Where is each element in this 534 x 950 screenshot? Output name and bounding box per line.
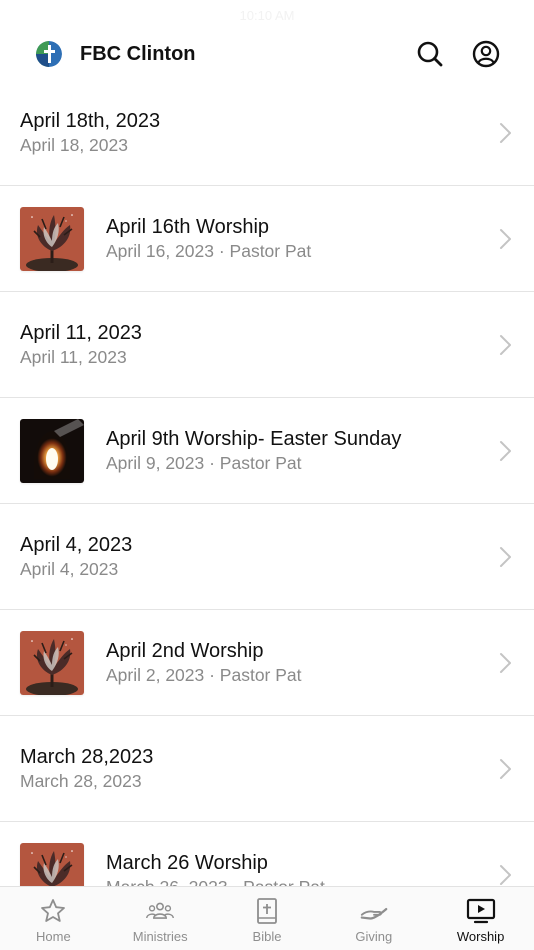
list-item-text: April 16th Worship April 16, 2023 · Pasto…: [106, 215, 514, 263]
app-header: FBC Clinton: [0, 28, 534, 80]
sermon-thumbnail-burning-bush: [20, 206, 84, 271]
chevron-right-icon: [498, 864, 512, 886]
sermon-thumbnail-empty-tomb: [20, 418, 84, 483]
sermon-thumbnail-burning-bush: [20, 630, 84, 695]
list-item-subtitle: April 9, 2023 · Pastor Pat: [106, 452, 302, 473]
list-item[interactable]: April 18th, 2023 April 18, 2023: [0, 80, 534, 186]
tab-home[interactable]: Home: [0, 887, 107, 950]
chevron-right-icon: [498, 652, 512, 674]
list-item[interactable]: April 9th Worship- Easter Sunday April 9,…: [0, 398, 534, 504]
tab-label: Giving: [355, 929, 393, 944]
tab-worship[interactable]: Worship: [427, 887, 534, 950]
tab-label: Ministries: [132, 929, 188, 944]
app-title: FBC Clinton: [80, 42, 196, 65]
list-item-title: March 28,2023: [20, 745, 154, 768]
list-item-title: April 9th Worship- Easter Sunday: [106, 427, 402, 450]
list-item-subtitle: April 18, 2023: [20, 134, 128, 155]
bible-icon: [252, 897, 282, 925]
chevron-right-icon: [498, 758, 512, 780]
list-item[interactable]: March 28,2023 March 28, 2023: [0, 716, 534, 822]
tv-play-icon: [466, 897, 496, 925]
list-item[interactable]: April 4, 2023 April 4, 2023: [0, 504, 534, 610]
list-item-subtitle: April 11, 2023: [20, 346, 127, 367]
list-item-subtitle: March 28, 2023: [20, 770, 142, 791]
list-item-text: March 28,2023 March 28, 2023: [20, 745, 514, 793]
chevron-right-icon: [498, 334, 512, 356]
sermon-list: April 18th, 2023 April 18, 2023 April 16th…: [0, 80, 534, 928]
list-item-text: April 9th Worship- Easter Sunday April 9,…: [106, 427, 514, 475]
list-item-title: April 2nd Worship: [106, 639, 264, 662]
list-item[interactable]: April 2nd Worship April 2, 2023 · Pastor …: [0, 610, 534, 716]
giving-hand-icon: [359, 897, 389, 925]
tab-label: Worship: [456, 929, 505, 944]
chevron-right-icon: [498, 228, 512, 250]
tab-label: Home: [36, 929, 71, 944]
chevron-right-icon: [498, 546, 512, 568]
list-item[interactable]: April 11, 2023 April 11, 2023: [0, 292, 534, 398]
user-circle-icon[interactable]: [472, 40, 500, 68]
list-item-subtitle: April 16, 2023 · Pastor Pat: [106, 240, 312, 261]
list-item-title: April 16th Worship: [106, 215, 270, 238]
chevron-right-icon: [498, 440, 512, 462]
list-item-text: April 18th, 2023 April 18, 2023: [20, 109, 514, 157]
tab-giving[interactable]: Giving: [320, 887, 427, 950]
list-item[interactable]: April 16th Worship April 16, 2023 · Pasto…: [0, 186, 534, 292]
tab-bar: Home Ministries Bible Giving Worship: [0, 886, 534, 950]
search-icon[interactable]: [416, 40, 444, 68]
list-item-title: April 4, 2023: [20, 533, 133, 556]
people-icon: [145, 897, 175, 925]
church-cross-logo-icon: [36, 41, 62, 67]
tab-label: Bible: [252, 929, 282, 944]
list-item-subtitle: April 2, 2023 · Pastor Pat: [106, 664, 302, 685]
tab-ministries[interactable]: Ministries: [107, 887, 214, 950]
chevron-right-icon: [498, 122, 512, 144]
tab-bible[interactable]: Bible: [214, 887, 321, 950]
list-item-text: April 4, 2023 April 4, 2023: [20, 533, 514, 581]
list-item-title: March 26 Worship: [106, 851, 268, 874]
list-item-text: April 2nd Worship April 2, 2023 · Pastor …: [106, 639, 514, 687]
status-bar-time: 10:10 AM: [239, 8, 295, 23]
list-item-text: April 11, 2023 April 11, 2023: [20, 321, 514, 369]
list-item-title: April 11, 2023: [20, 321, 142, 344]
list-item-subtitle: April 4, 2023: [20, 558, 119, 579]
list-item-title: April 18th, 2023: [20, 109, 161, 132]
star-icon: [38, 897, 68, 925]
